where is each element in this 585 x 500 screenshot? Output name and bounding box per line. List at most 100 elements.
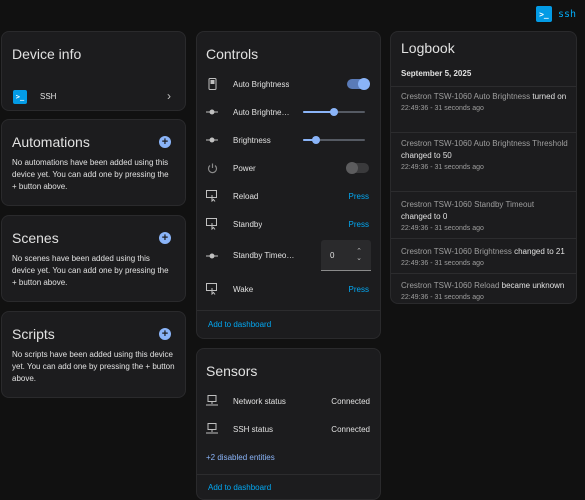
log-entity[interactable]: Crestron TSW-1060 Standby Timeout — [401, 200, 534, 209]
auto-brightness-toggle[interactable] — [347, 78, 370, 90]
controls-card: Controls Auto Brightness Auto Brightne… … — [196, 31, 381, 339]
logbook-card: Logbook September 5, 2025 Crestron TSW-1… — [390, 31, 577, 304]
button-press-icon — [206, 218, 218, 230]
network-icon — [206, 395, 218, 407]
disabled-entities-link[interactable]: +2 disabled entities — [206, 453, 275, 462]
device-info-title: Device info — [12, 46, 82, 62]
standby-press-button[interactable]: Press — [349, 220, 369, 229]
slider-icon — [206, 106, 218, 118]
log-entry[interactable]: Crestron TSW-1060 Brightness changed to … — [401, 246, 568, 270]
control-label: Standby — [233, 219, 263, 229]
stepper-icon[interactable]: ⌃ ⌄ — [356, 248, 362, 262]
log-action: changed to 50 — [401, 151, 452, 160]
control-label: Auto Brightness — [233, 79, 290, 89]
integration-label: SSH — [40, 92, 57, 101]
log-entry[interactable]: Crestron TSW-1060 Reload became unknown … — [401, 280, 568, 303]
device-info-card: Device info >_ SSH › — [1, 31, 186, 111]
log-entity[interactable]: Crestron TSW-1060 Brightness — [401, 247, 512, 256]
control-label: Brightness — [233, 135, 271, 145]
sensor-value: Connected — [331, 424, 370, 434]
sensors-add-to-dashboard-button[interactable]: Add to dashboard — [208, 483, 271, 492]
automations-description: No automations have been added using thi… — [12, 158, 169, 191]
scenes-card: Scenes + No scenes have been added using… — [1, 215, 186, 302]
control-row-wake: Wake Press — [197, 277, 380, 301]
sensor-row-network-status[interactable]: Network status Connected — [197, 389, 380, 413]
control-row-standby-timeout: Standby Timeo… 0 ⌃ ⌄ — [197, 240, 380, 272]
control-label: Power — [233, 163, 256, 173]
divider — [391, 86, 576, 87]
sensor-label: SSH status — [233, 424, 274, 434]
slider-thumb[interactable] — [330, 108, 338, 116]
control-row-auto-brightness: Auto Brightness — [197, 72, 380, 96]
controls-title: Controls — [206, 46, 259, 62]
chevron-right-icon: › — [167, 89, 171, 103]
log-action: changed to 21 — [514, 247, 565, 256]
network-icon — [206, 423, 218, 435]
standby-timeout-value: 0 — [330, 251, 335, 260]
ssh-header[interactable]: >_ ssh — [535, 6, 576, 22]
slider-icon — [206, 134, 218, 146]
wake-press-button[interactable]: Press — [349, 285, 369, 294]
log-entity[interactable]: Crestron TSW-1060 Reload — [401, 281, 499, 290]
add-automation-button[interactable]: + — [159, 136, 171, 148]
divider — [197, 310, 380, 311]
log-time: 22:49:36 - 31 seconds ago — [401, 105, 484, 112]
divider — [391, 191, 576, 192]
log-time: 22:49:36 - 31 seconds ago — [401, 260, 484, 267]
logbook-date: September 5, 2025 — [401, 69, 472, 78]
control-row-reload: Reload Press — [197, 184, 380, 208]
scripts-description: No scripts have been added using this de… — [12, 350, 175, 383]
control-label: Standby Timeo… — [233, 251, 295, 260]
logbook-title: Logbook — [401, 40, 455, 56]
add-scene-button[interactable]: + — [159, 232, 171, 244]
log-time: 22:49:36 - 31 seconds ago — [401, 225, 484, 232]
log-entry[interactable]: Crestron TSW-1060 Standby Timeout change… — [401, 199, 568, 235]
control-label: Reload — [233, 191, 259, 201]
auto-brightness-threshold-slider[interactable] — [303, 108, 365, 116]
standby-timeout-input[interactable]: 0 ⌃ ⌄ — [321, 240, 371, 271]
button-press-icon — [206, 190, 218, 202]
sensor-row-ssh-status[interactable]: SSH status Connected — [197, 417, 380, 441]
brightness-slider[interactable] — [303, 136, 365, 144]
log-action: became unknown — [501, 281, 565, 290]
slider-thumb[interactable] — [312, 136, 321, 144]
log-time: 22:49:36 - 31 seconds ago — [401, 164, 484, 171]
control-label: Wake — [233, 284, 254, 294]
automations-card: Automations + No automations have been a… — [1, 119, 186, 206]
log-entry[interactable]: Crestron TSW-1060 Auto Brightness turned… — [401, 91, 568, 115]
sensors-title: Sensors — [206, 363, 258, 379]
slider-icon — [206, 250, 218, 262]
log-action: turned on — [532, 92, 567, 101]
power-icon — [206, 162, 218, 174]
divider — [391, 238, 576, 239]
scripts-card: Scripts + No scripts have been added usi… — [1, 311, 186, 398]
scripts-title: Scripts — [12, 326, 55, 342]
reload-press-button[interactable]: Press — [349, 192, 369, 201]
automations-title: Automations — [12, 134, 90, 150]
power-toggle[interactable] — [346, 162, 369, 174]
control-row-power: Power — [197, 156, 380, 180]
ssh-label: ssh — [557, 8, 576, 20]
add-script-button[interactable]: + — [159, 328, 171, 340]
log-action: changed to 0 — [401, 212, 448, 221]
control-row-auto-brightness-threshold: Auto Brightne… — [197, 100, 380, 124]
log-entity[interactable]: Crestron TSW-1060 Auto Brightness — [401, 92, 530, 101]
phone-icon — [206, 78, 218, 90]
sensors-card: Sensors Network status Connected SSH sta… — [196, 348, 381, 500]
control-row-standby: Standby Press — [197, 212, 380, 236]
divider — [197, 474, 380, 475]
log-entity[interactable]: Crestron TSW-1060 Auto Brightness Thresh… — [401, 139, 568, 148]
terminal-icon: >_ — [13, 90, 27, 104]
scenes-title: Scenes — [12, 230, 59, 246]
button-press-icon — [206, 283, 218, 295]
control-label: Auto Brightne… — [233, 107, 290, 117]
divider — [391, 132, 576, 133]
controls-add-to-dashboard-button[interactable]: Add to dashboard — [208, 320, 271, 329]
ssh-integration-row[interactable]: >_ SSH › — [2, 86, 185, 110]
log-time: 22:49:36 - 31 seconds ago — [401, 294, 484, 301]
log-entry[interactable]: Crestron TSW-1060 Auto Brightness Thresh… — [401, 138, 568, 174]
sensor-label: Network status — [233, 396, 286, 406]
sensor-value: Connected — [331, 396, 370, 406]
divider — [391, 273, 576, 274]
control-row-brightness: Brightness — [197, 128, 380, 152]
